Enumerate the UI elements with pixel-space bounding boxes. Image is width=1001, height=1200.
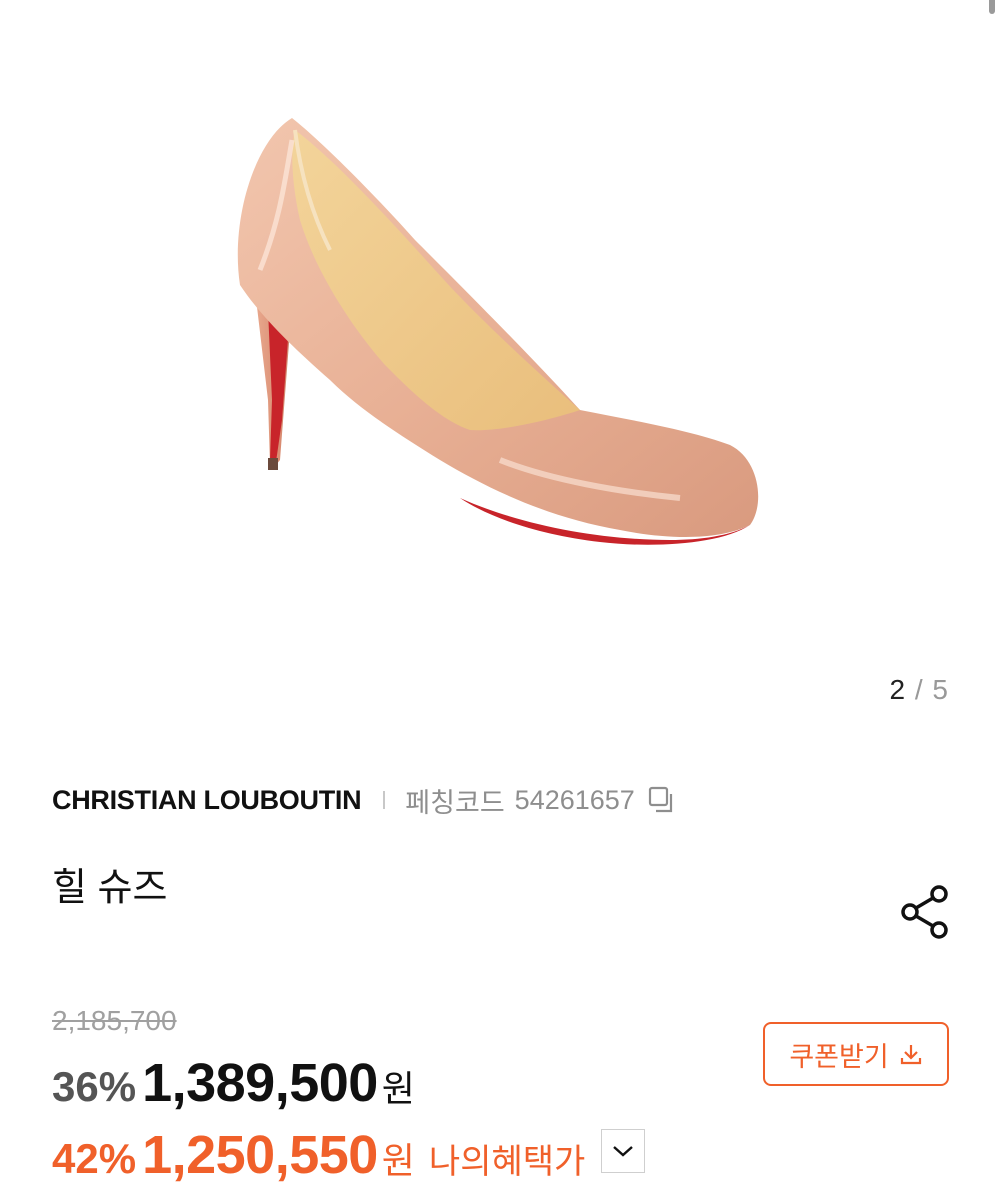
download-icon bbox=[900, 1045, 921, 1065]
image-counter-total: 5 bbox=[932, 674, 949, 705]
brand-name[interactable]: CHRISTIAN LOUBOUTIN bbox=[52, 785, 362, 816]
fetching-code-label: 페칭코드 bbox=[405, 787, 505, 818]
my-benefit-currency: 원 bbox=[381, 1140, 415, 1181]
benefit-details-toggle[interactable] bbox=[601, 1129, 646, 1173]
sale-price: 1,389,500 bbox=[142, 1053, 378, 1113]
image-counter: 2 / 5 bbox=[890, 674, 950, 706]
sale-discount-rate: 36% bbox=[52, 1063, 137, 1110]
product-image bbox=[237, 118, 759, 545]
my-benefit-label: 나의혜택가 bbox=[428, 1143, 586, 1181]
sale-price-row: 36% 1,389,500 원 bbox=[52, 1052, 415, 1114]
fetching-code-value: 54261657 bbox=[514, 784, 635, 815]
product-meta: CHRISTIAN LOUBOUTIN 페칭코드 54261657 bbox=[52, 780, 677, 820]
original-price: 2,185,700 bbox=[52, 1005, 177, 1036]
copy-icon[interactable] bbox=[647, 785, 677, 815]
image-counter-current: 2 bbox=[889, 674, 907, 705]
meta-divider bbox=[383, 791, 386, 809]
my-discount-rate: 42% bbox=[52, 1135, 137, 1182]
my-benefit-price-row: 42% 1,250,550 원 나의혜택가 bbox=[52, 1124, 646, 1186]
product-title: 힐 슈즈 bbox=[52, 867, 168, 909]
product-gallery[interactable]: 2 / 5 bbox=[0, 0, 1001, 730]
share-icon[interactable] bbox=[899, 884, 951, 940]
coupon-button-label: 쿠폰받기 bbox=[789, 1041, 889, 1072]
image-counter-separator: / bbox=[914, 674, 924, 705]
sale-currency: 원 bbox=[381, 1068, 415, 1109]
get-coupon-button[interactable]: 쿠폰받기 bbox=[763, 1022, 949, 1086]
chevron-down-icon bbox=[613, 1146, 634, 1157]
my-benefit-price: 1,250,550 bbox=[142, 1125, 378, 1185]
